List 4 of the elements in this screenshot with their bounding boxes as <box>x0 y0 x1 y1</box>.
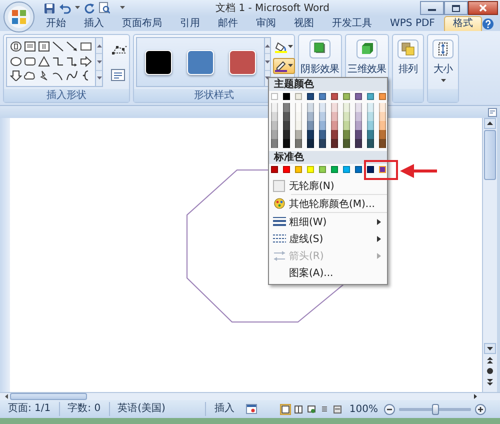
group-label: 插入形状 <box>4 89 129 102</box>
window-title: 文档 1 - Microsoft Word <box>214 2 330 15</box>
section-header: 标准色 <box>269 151 387 164</box>
section-header: 主题颜色 <box>269 78 387 91</box>
